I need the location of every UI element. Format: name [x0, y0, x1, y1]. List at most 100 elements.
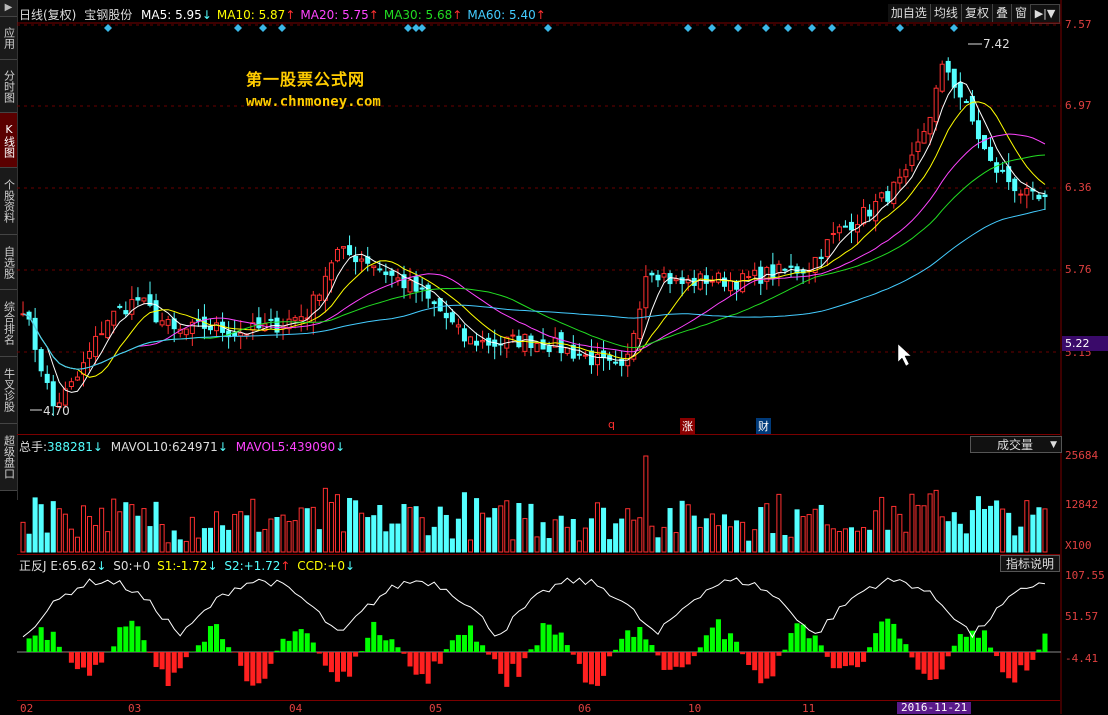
candle-body — [395, 277, 401, 281]
candle-body — [334, 248, 340, 262]
price-axis-label: 6.97 — [1065, 99, 1092, 112]
volume-bar — [582, 527, 588, 553]
x-axis-label: 05 — [429, 702, 443, 715]
volume-bar — [304, 508, 310, 553]
candle-body — [425, 284, 431, 299]
candle-body — [933, 87, 939, 123]
volume-bar — [56, 508, 62, 553]
candle-body — [377, 268, 383, 271]
candle-body — [99, 333, 105, 336]
candle-body — [389, 270, 395, 276]
volume-bar — [44, 532, 50, 553]
candle-body — [347, 245, 353, 256]
candle-body — [1018, 193, 1024, 196]
x-axis-label: 06 — [578, 702, 592, 715]
volume-bar — [679, 500, 685, 553]
candle-body — [413, 276, 419, 292]
panel-divider[interactable] — [17, 434, 1060, 435]
volume-bar — [183, 540, 189, 553]
volume-bar — [274, 517, 280, 553]
candle-body — [93, 335, 99, 358]
volume-bar — [522, 518, 528, 553]
volume-bar — [117, 511, 123, 553]
volume-bar — [129, 504, 135, 553]
volume-bar — [842, 528, 848, 553]
volume-bar — [915, 504, 921, 553]
x-axis-label: 10 — [688, 702, 702, 715]
volume-bar — [147, 526, 153, 553]
volume-bar — [540, 522, 546, 553]
volume-bar — [891, 505, 897, 553]
volume-bar — [661, 526, 667, 553]
volume-bar — [848, 527, 854, 553]
candle-body — [207, 326, 213, 331]
event-marker-q[interactable]: q — [608, 418, 615, 431]
candle-body — [588, 350, 594, 366]
volume-bar — [770, 533, 776, 553]
candle-body — [443, 312, 449, 319]
candle-body — [818, 256, 824, 259]
volume-bar — [431, 526, 437, 553]
volume-bar — [153, 501, 159, 553]
candle-body — [728, 280, 734, 292]
candle-body — [576, 353, 582, 356]
volume-bar — [1030, 514, 1036, 553]
candle-body — [873, 201, 879, 222]
volume-bar — [588, 518, 594, 553]
volume-bar — [449, 538, 455, 553]
candle-body — [582, 354, 588, 357]
event-marker-financial[interactable]: 财 — [756, 418, 771, 434]
candle-body — [945, 60, 951, 73]
volume-bar — [474, 498, 480, 553]
volume-bar — [1042, 508, 1048, 553]
volume-bar — [988, 505, 994, 553]
volume-bar — [353, 500, 359, 553]
indicator-legend: 正反J E:65.62↓ S0:+0 S1:-1.72↓ S2:+1.72↑ C… — [19, 559, 356, 573]
volume-bar — [510, 539, 516, 553]
moving-average-lines — [22, 81, 1046, 393]
volume-bar — [613, 523, 619, 553]
volume-bar — [268, 518, 274, 553]
candle-body — [316, 294, 322, 301]
volume-bar — [123, 502, 129, 553]
candle-body — [38, 349, 44, 372]
candle-body — [558, 332, 564, 354]
candle-body — [298, 316, 304, 322]
volume-bar — [994, 500, 1000, 553]
volume-bar — [764, 503, 770, 553]
candle-body — [1042, 194, 1048, 198]
volume-bar — [316, 529, 322, 553]
indicator-select-dropdown[interactable]: 成交量 ▼ — [970, 436, 1062, 453]
chart-canvas[interactable] — [0, 0, 1108, 714]
volume-bar — [165, 542, 171, 553]
volume-bar — [981, 508, 988, 553]
event-marker-limit-up[interactable]: 涨 — [680, 418, 695, 434]
candle-body — [44, 373, 50, 383]
indicator-help-button[interactable]: 指标说明 — [1000, 555, 1060, 572]
volume-bar — [395, 523, 401, 553]
candle-body — [62, 388, 68, 406]
volume-bar — [50, 501, 56, 553]
volume-bar — [250, 498, 256, 553]
volume-bar — [141, 508, 147, 553]
volume-bar — [619, 518, 625, 553]
volume-bar — [298, 507, 304, 553]
candle-body — [957, 82, 963, 98]
volume-bar — [443, 514, 449, 553]
volume-bar — [552, 519, 558, 553]
signal-diamond-icon — [784, 24, 792, 32]
candle-body — [256, 317, 262, 329]
volume-bar — [873, 510, 879, 553]
volume-bar — [455, 518, 461, 553]
volume-bar — [238, 511, 244, 553]
candle-body — [879, 192, 885, 199]
candle-body — [383, 271, 389, 276]
volume-bar — [746, 540, 752, 553]
candle-body — [915, 141, 921, 152]
volume-bar — [334, 494, 340, 553]
panel-divider[interactable] — [17, 554, 1060, 555]
volume-bar — [788, 536, 794, 553]
volume-bar — [401, 504, 407, 553]
volume-bar — [1018, 526, 1024, 553]
price-grid — [17, 24, 1061, 353]
